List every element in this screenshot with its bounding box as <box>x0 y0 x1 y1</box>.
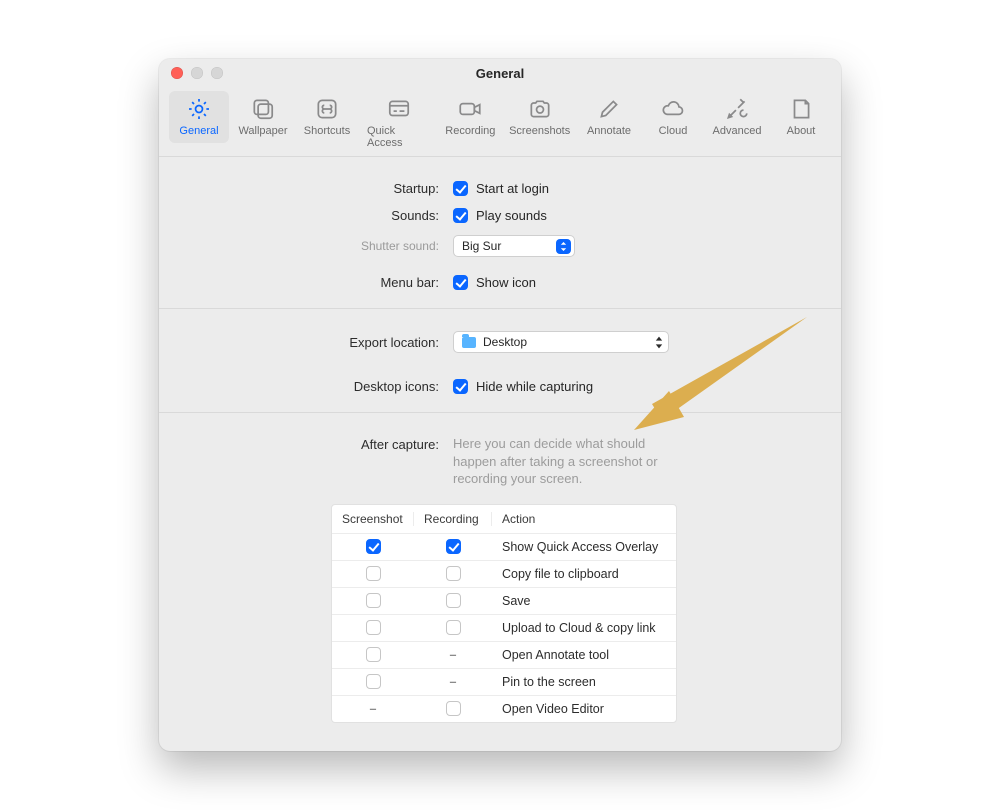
camera-icon <box>526 95 554 123</box>
tab-annotate[interactable]: Annotate <box>579 91 639 143</box>
tab-recording[interactable]: Recording <box>440 91 500 143</box>
checkbox[interactable] <box>446 539 461 554</box>
tab-quick-access[interactable]: Quick Access <box>361 91 436 155</box>
shortcuts-icon <box>313 95 341 123</box>
toolbar: General Wallpaper Shortcuts <box>159 87 841 157</box>
action-label: Upload to Cloud & copy link <box>492 621 676 635</box>
dropdown-shutter-sound[interactable]: Big Sur <box>453 235 575 257</box>
quick-access-icon <box>385 95 413 123</box>
tab-cloud[interactable]: Cloud <box>643 91 703 143</box>
tab-label: General <box>179 125 218 137</box>
action-label: Open Video Editor <box>492 702 676 716</box>
chevron-updown-icon <box>653 336 665 349</box>
th-recording: Recording <box>414 512 492 526</box>
tab-label: Screenshots <box>509 125 570 137</box>
label-after-capture: After capture: <box>159 435 439 452</box>
tab-label: About <box>787 125 816 137</box>
na-indicator: – <box>446 648 461 662</box>
folder-icon <box>462 337 476 348</box>
na-indicator: – <box>366 702 381 716</box>
action-label: Pin to the screen <box>492 675 676 689</box>
table-header: Screenshot Recording Action <box>332 505 676 533</box>
checkbox-start-at-login[interactable]: Start at login <box>453 181 821 196</box>
option-label: Start at login <box>476 181 549 196</box>
tab-label: Advanced <box>713 125 762 137</box>
checkbox[interactable] <box>446 620 461 635</box>
tab-general[interactable]: General <box>169 91 229 143</box>
content: Startup: Start at login Sounds: Play sou… <box>159 157 841 723</box>
tab-label: Wallpaper <box>238 125 287 137</box>
checkbox[interactable] <box>366 647 381 662</box>
tools-icon <box>723 95 751 123</box>
th-action: Action <box>492 512 676 526</box>
checkbox[interactable] <box>366 674 381 689</box>
checkbox[interactable] <box>446 566 461 581</box>
th-screenshot: Screenshot <box>332 512 414 526</box>
tab-wallpaper[interactable]: Wallpaper <box>233 91 293 143</box>
tab-screenshots[interactable]: Screenshots <box>504 91 575 143</box>
checkbox-hide-while-capturing[interactable]: Hide while capturing <box>453 379 821 394</box>
na-indicator: – <box>446 675 461 689</box>
option-label: Play sounds <box>476 208 547 223</box>
option-label: Hide while capturing <box>476 379 593 394</box>
cloud-icon <box>659 95 687 123</box>
tab-label: Shortcuts <box>304 125 350 137</box>
preferences-window: General General Wallpaper <box>159 59 841 751</box>
dropdown-value: Desktop <box>483 335 527 349</box>
table-row: Upload to Cloud & copy link <box>332 614 676 641</box>
checkbox-show-icon[interactable]: Show icon <box>453 275 821 290</box>
action-label: Show Quick Access Overlay <box>492 540 676 554</box>
titlebar: General <box>159 59 841 87</box>
close-icon[interactable] <box>171 67 183 79</box>
tab-advanced[interactable]: Advanced <box>707 91 767 143</box>
checkbox[interactable] <box>366 593 381 608</box>
gear-icon <box>185 95 213 123</box>
table-row: – Pin to the screen <box>332 668 676 695</box>
tab-label: Annotate <box>587 125 631 137</box>
table-row: – Open Video Editor <box>332 695 676 722</box>
label-sounds: Sounds: <box>159 208 439 223</box>
tab-label: Cloud <box>659 125 688 137</box>
table-row: Copy file to clipboard <box>332 560 676 587</box>
tab-label: Recording <box>445 125 495 137</box>
label-desktop-icons: Desktop icons: <box>159 379 439 394</box>
table-row: Show Quick Access Overlay <box>332 533 676 560</box>
tab-shortcuts[interactable]: Shortcuts <box>297 91 357 143</box>
window-title: General <box>159 66 841 81</box>
table-row: – Open Annotate tool <box>332 641 676 668</box>
action-label: Open Annotate tool <box>492 648 676 662</box>
after-capture-table: Screenshot Recording Action Show Quick A… <box>331 504 677 723</box>
about-icon <box>787 95 815 123</box>
label-startup: Startup: <box>159 181 439 196</box>
tab-label: Quick Access <box>367 125 430 149</box>
checkbox[interactable] <box>446 593 461 608</box>
dropdown-value: Big Sur <box>462 239 501 253</box>
checkbox[interactable] <box>446 701 461 716</box>
wallpaper-icon <box>249 95 277 123</box>
label-shutter-sound: Shutter sound: <box>159 239 439 253</box>
chevron-updown-icon <box>556 239 571 254</box>
after-capture-hint: Here you can decide what should happen a… <box>453 435 663 488</box>
checkbox[interactable] <box>366 620 381 635</box>
action-label: Copy file to clipboard <box>492 567 676 581</box>
checkbox-play-sounds[interactable]: Play sounds <box>453 208 821 223</box>
dropdown-export-location[interactable]: Desktop <box>453 331 669 353</box>
minimize-icon[interactable] <box>191 67 203 79</box>
label-export-location: Export location: <box>159 335 439 350</box>
pencil-icon <box>595 95 623 123</box>
action-label: Save <box>492 594 676 608</box>
label-menu-bar: Menu bar: <box>159 275 439 290</box>
zoom-icon[interactable] <box>211 67 223 79</box>
checkbox[interactable] <box>366 539 381 554</box>
tab-about[interactable]: About <box>771 91 831 143</box>
table-row: Save <box>332 587 676 614</box>
recording-icon <box>456 95 484 123</box>
checkbox[interactable] <box>366 566 381 581</box>
option-label: Show icon <box>476 275 536 290</box>
